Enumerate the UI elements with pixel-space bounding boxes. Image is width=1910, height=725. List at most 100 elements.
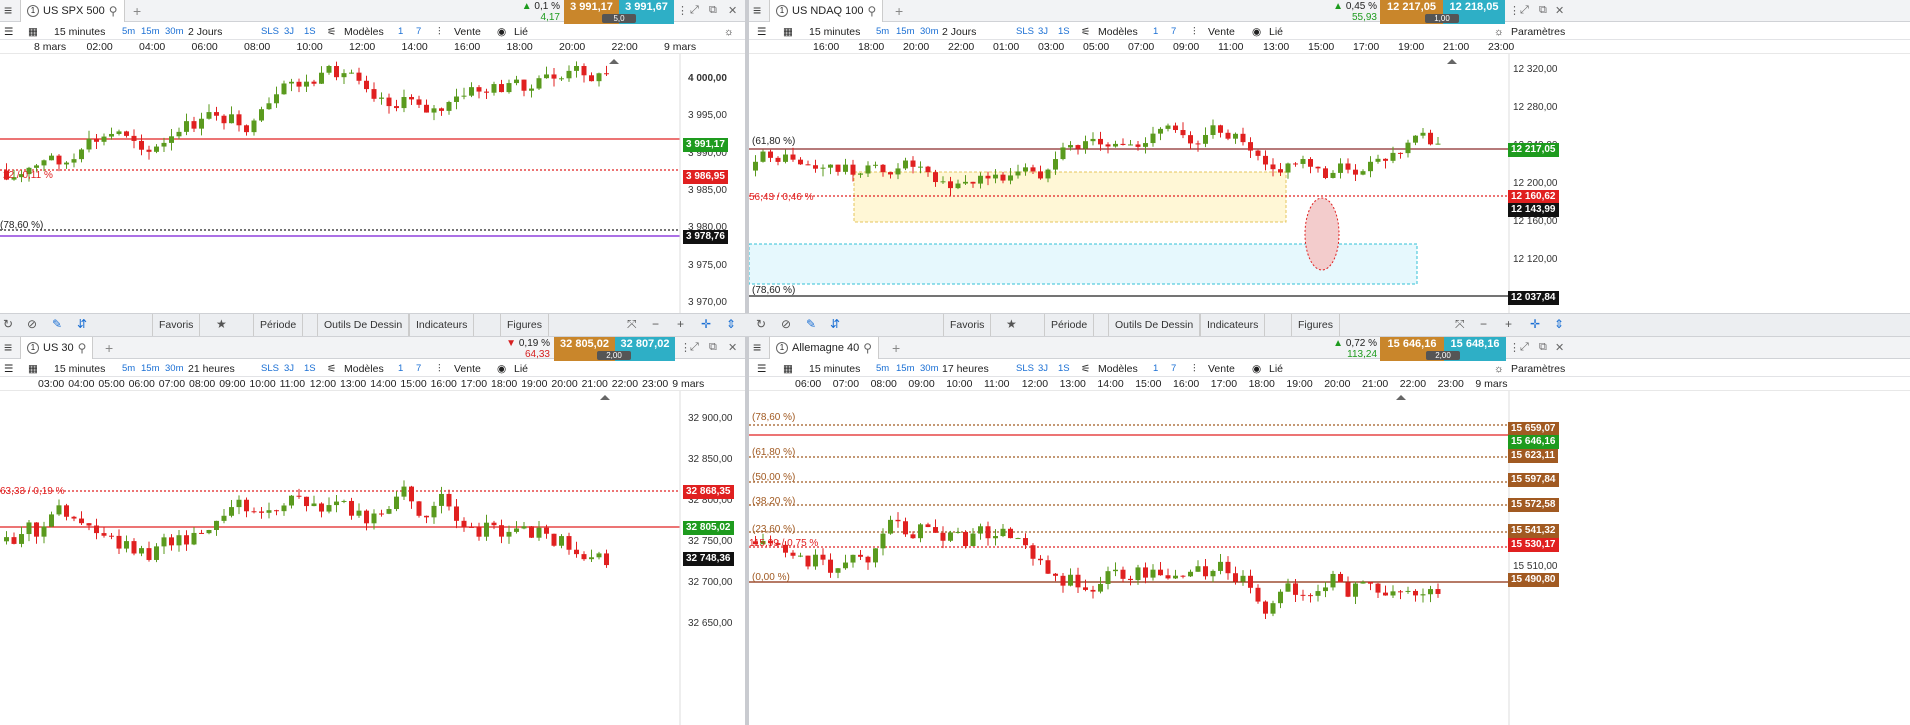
eye-icon[interactable]: ◉ [497, 363, 506, 375]
models-icon[interactable]: ⚟ [1081, 363, 1090, 375]
quick-1[interactable]: 1 [398, 26, 403, 37]
add-tab-icon[interactable]: + [895, 3, 903, 19]
drawing-tools-tab[interactable]: Outils De Dessin [1108, 314, 1201, 336]
quick-30m[interactable]: 30m [165, 26, 183, 37]
expand-icon[interactable]: ⤢ [1520, 341, 1529, 354]
models-icon[interactable]: ⚟ [1081, 26, 1090, 38]
quick-7[interactable]: 7 [1171, 26, 1176, 37]
grip-icon[interactable]: ⋮ [1509, 4, 1520, 17]
timeframe-select[interactable]: 15 minutes [809, 363, 860, 375]
close-icon[interactable]: ✕ [1555, 341, 1564, 354]
period-tab[interactable]: Période [253, 314, 304, 336]
zoom-out-icon[interactable]: − [1480, 317, 1487, 331]
eye-icon[interactable]: ◉ [497, 26, 506, 38]
menu-icon[interactable]: ≡ [753, 339, 761, 355]
figures-tab[interactable]: Figures [1291, 314, 1341, 336]
sell-button[interactable]: Vente [454, 363, 481, 375]
quick-5m[interactable]: 5m [122, 26, 135, 37]
quick-3j[interactable]: 3J [284, 363, 294, 374]
eye-icon[interactable]: ◉ [1252, 363, 1261, 375]
list-icon[interactable]: ☰ [757, 26, 766, 38]
quick-15m[interactable]: 15m [141, 363, 159, 374]
move-icon[interactable]: ⤧ [1455, 317, 1465, 332]
chart-svg[interactable] [0, 54, 745, 313]
price-chart[interactable]: 4 000,00 3 995,00 3 990,00 3 985,00 3 980,00… [0, 54, 745, 313]
ban-icon[interactable]: ⊘ [781, 317, 791, 331]
linked-button[interactable]: Lié [514, 363, 528, 375]
sell-button[interactable]: Vente [1208, 26, 1235, 38]
quick-30m[interactable]: 30m [165, 363, 183, 374]
popout-icon[interactable]: ⧉ [709, 4, 717, 17]
indicators-tab[interactable]: Indicateurs [1200, 314, 1266, 336]
quick-sls[interactable]: SLS [1016, 363, 1034, 374]
star-icon[interactable]: ★ [216, 317, 227, 331]
menu-icon[interactable]: ≡ [4, 2, 12, 18]
models-icon[interactable]: ⚟ [327, 26, 336, 38]
favorites-tab[interactable]: Favoris [152, 314, 201, 336]
symbol-tab[interactable]: 1 US 30 ⚲ [20, 337, 94, 359]
search-icon[interactable]: ⚲ [109, 4, 118, 18]
models-button[interactable]: Modèles [344, 363, 384, 375]
models-icon[interactable]: ⚟ [327, 363, 336, 375]
layout-icon[interactable]: ▦ [28, 363, 38, 375]
add-tab-icon[interactable]: + [892, 340, 900, 356]
models-button[interactable]: Modèles [1098, 363, 1138, 375]
quick-15m[interactable]: 15m [141, 26, 159, 37]
refresh-icon[interactable]: ↻ [3, 317, 13, 331]
quick-15m[interactable]: 15m [896, 363, 914, 374]
magnet-icon[interactable]: ⇵ [830, 317, 840, 331]
quick-sls[interactable]: SLS [261, 363, 279, 374]
symbol-tab[interactable]: 1 Allemagne 40 ⚲ [769, 337, 880, 359]
quick-7[interactable]: 7 [1171, 363, 1176, 374]
figures-tab[interactable]: Figures [500, 314, 550, 336]
price-chart[interactable]: 12 320,0012 280,0012 240,0012 200,0012 1… [749, 54, 1910, 313]
highlight-ellipse[interactable] [1304, 197, 1340, 271]
quick-sls[interactable]: SLS [261, 26, 279, 37]
search-icon[interactable]: ⚲ [78, 341, 87, 355]
quick-1[interactable]: 1 [398, 363, 403, 374]
zoom-out-icon[interactable]: − [652, 317, 659, 331]
close-icon[interactable]: ✕ [1555, 4, 1564, 17]
quick-3j[interactable]: 3J [1038, 26, 1048, 37]
quick-1s[interactable]: 1S [1058, 363, 1070, 374]
layout-icon[interactable]: ▦ [28, 26, 38, 38]
expand-icon[interactable]: ⤢ [1520, 4, 1529, 17]
quick-3j[interactable]: 3J [1038, 363, 1048, 374]
popout-icon[interactable]: ⧉ [1539, 4, 1547, 17]
list-icon[interactable]: ☰ [4, 26, 13, 38]
menu-icon[interactable]: ≡ [4, 339, 12, 355]
settings-icon[interactable]: ☼ [1494, 363, 1504, 375]
linked-button[interactable]: Lié [1269, 26, 1283, 38]
range-box[interactable] [853, 171, 1287, 223]
list-icon[interactable]: ☰ [4, 363, 13, 375]
close-icon[interactable]: ✕ [728, 4, 737, 17]
symbol-tab[interactable]: 1 US NDAQ 100 ⚲ [769, 0, 884, 22]
sell-icon[interactable]: ⫶ [1193, 26, 1196, 39]
chart-svg[interactable] [749, 54, 1910, 313]
quick-30m[interactable]: 30m [920, 26, 938, 37]
menu-icon[interactable]: ≡ [753, 2, 761, 18]
magnet-icon[interactable]: ⇵ [77, 317, 87, 331]
star-icon[interactable]: ★ [1006, 317, 1017, 331]
symbol-tab[interactable]: 1 US SPX 500 ⚲ [20, 0, 125, 22]
search-icon[interactable]: ⚲ [868, 4, 877, 18]
sell-button[interactable]: Vente [454, 26, 481, 38]
settings-button[interactable]: Paramètres [1511, 26, 1565, 38]
move-icon[interactable]: ⤧ [627, 317, 637, 332]
list-icon[interactable]: ☰ [757, 363, 766, 375]
quick-1[interactable]: 1 [1153, 26, 1158, 37]
eye-icon[interactable]: ◉ [1252, 26, 1261, 38]
scale-icon[interactable]: ⇕ [726, 317, 736, 331]
add-tab-icon[interactable]: + [133, 3, 141, 19]
settings-button[interactable]: Paramètres [1511, 363, 1565, 375]
search-icon[interactable]: ⚲ [863, 341, 872, 355]
indicators-tab[interactable]: Indicateurs [409, 314, 475, 336]
close-icon[interactable]: ✕ [728, 341, 737, 354]
favorites-tab[interactable]: Favoris [943, 314, 992, 336]
scroll-marker-icon[interactable] [1396, 395, 1406, 400]
price-chart[interactable]: 15 510,00 15 659,07 15 646,16 15 623,11 15 5… [749, 391, 1910, 725]
sell-icon[interactable]: ⫶ [438, 26, 441, 39]
timeframe-select[interactable]: 15 minutes [54, 363, 105, 375]
quick-1s[interactable]: 1S [1058, 26, 1070, 37]
period-tab[interactable]: Période [1044, 314, 1095, 336]
